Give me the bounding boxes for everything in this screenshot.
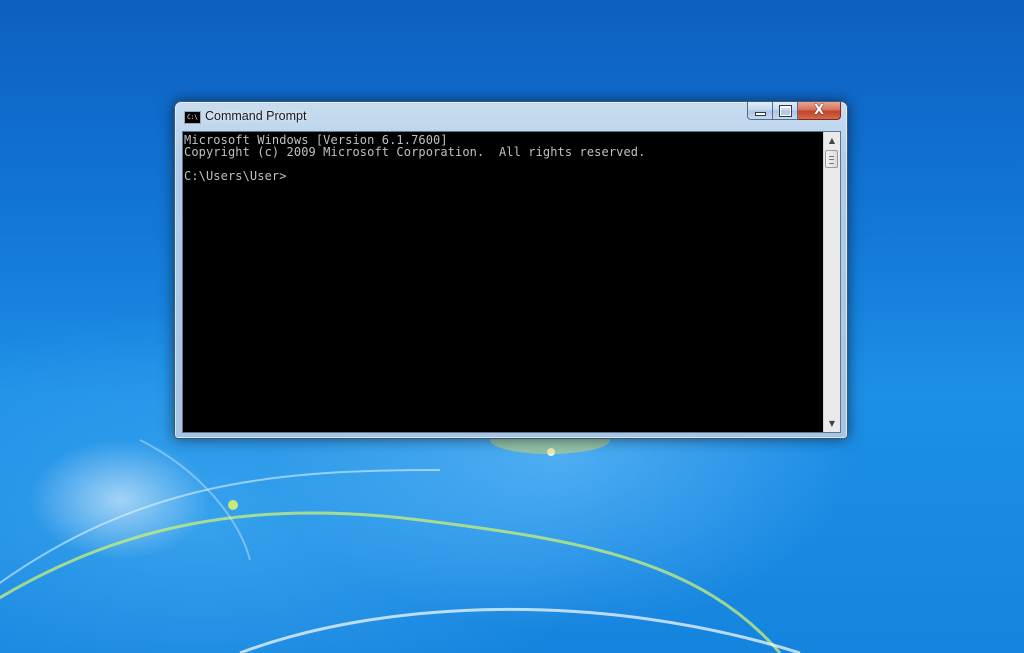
grip-icon xyxy=(829,156,834,164)
vertical-scrollbar[interactable]: ▲ ▼ xyxy=(823,132,840,432)
console-prompt[interactable]: C:\Users\User> xyxy=(184,170,823,182)
close-icon: X xyxy=(798,102,840,119)
maximize-button[interactable] xyxy=(773,102,798,120)
console-line: Copyright (c) 2009 Microsoft Corporation… xyxy=(184,146,823,158)
minimize-icon xyxy=(756,113,765,115)
scroll-up-arrow-icon[interactable]: ▲ xyxy=(824,132,840,149)
console-output[interactable]: Microsoft Windows [Version 6.1.7600] Cop… xyxy=(183,132,823,432)
console-frame: Microsoft Windows [Version 6.1.7600] Cop… xyxy=(182,131,841,433)
cmd-icon[interactable]: C:\ xyxy=(184,111,201,124)
window-title: Command Prompt xyxy=(205,109,306,123)
maximize-icon xyxy=(780,106,791,116)
scroll-down-arrow-icon[interactable]: ▼ xyxy=(824,415,840,432)
scroll-thumb[interactable] xyxy=(825,150,838,168)
minimize-button[interactable] xyxy=(747,102,773,120)
wallpaper-sparkle xyxy=(228,448,555,510)
window-titlebar[interactable]: C:\ Command Prompt X xyxy=(175,102,847,130)
command-prompt-window[interactable]: C:\ Command Prompt X Microsoft Windows [… xyxy=(174,101,848,439)
close-button[interactable]: X xyxy=(798,102,841,120)
wallpaper-swoosh xyxy=(240,609,800,653)
caption-buttons: X xyxy=(747,102,841,120)
